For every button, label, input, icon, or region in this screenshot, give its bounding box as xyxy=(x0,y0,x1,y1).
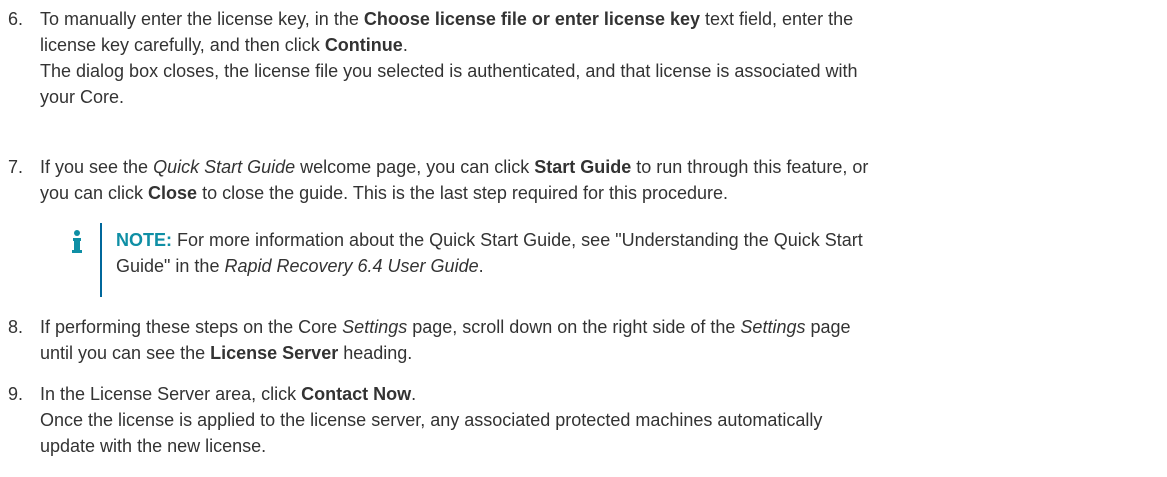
note-text: NOTE: For more information about the Qui… xyxy=(116,230,863,276)
step-number: 6. xyxy=(8,9,24,29)
step-line: license key carefully, and then click Co… xyxy=(40,35,408,55)
info-icon xyxy=(72,230,82,253)
step-number: 7. xyxy=(8,157,24,177)
ui-term: Continue xyxy=(324,35,403,55)
step-line: update with the new license. xyxy=(40,436,267,456)
step-number: 8. xyxy=(8,317,24,337)
emphasis-term: Settings xyxy=(342,317,408,337)
step-line: Once the license is applied to the licen… xyxy=(40,410,823,430)
step-number: 9. xyxy=(8,384,24,404)
step-line: If you see the Quick Start Guide welcome… xyxy=(40,157,869,177)
guide-title: Rapid Recovery 6.4 User Guide xyxy=(224,256,479,276)
step-line: To manually enter the license key, in th… xyxy=(40,9,854,29)
ui-term: Start Guide xyxy=(534,157,632,177)
ui-term: Choose license file or enter license key xyxy=(363,9,700,29)
emphasis-term: Quick Start Guide xyxy=(153,157,296,177)
note-divider xyxy=(100,223,102,297)
step-line: until you can see the License Server hea… xyxy=(40,343,413,363)
note-callout: NOTE: For more information about the Qui… xyxy=(66,223,1156,297)
note-label: NOTE: xyxy=(116,230,172,250)
step-line: you can click Close to close the guide. … xyxy=(40,183,729,203)
ui-term: Contact Now xyxy=(301,384,412,404)
ui-term: Close xyxy=(148,183,198,203)
emphasis-term: Settings xyxy=(740,317,806,337)
ui-term: License Server xyxy=(210,343,339,363)
step-line: your Core. xyxy=(40,87,125,107)
document-page: 6. To manually enter the license key, in… xyxy=(0,0,1167,477)
step-line: The dialog box closes, the license file … xyxy=(40,61,858,81)
step-line: In the License Server area, click Contac… xyxy=(40,384,417,404)
step-line: If performing these steps on the Core Se… xyxy=(40,317,851,337)
